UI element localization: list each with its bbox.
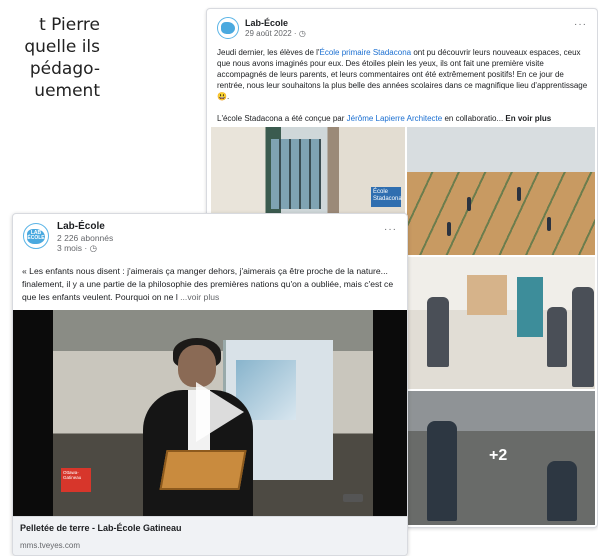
post-header: LAB ÉCOLE Lab-École 2 226 abonnés 3 mois… — [23, 221, 113, 253]
school-link[interactable]: École primaire Stadacona — [319, 48, 411, 57]
post-date[interactable]: 29 août 2022 · ◷ — [245, 29, 306, 38]
lab-ecole-logo-icon — [221, 22, 235, 34]
page-name[interactable]: Lab-École — [245, 18, 306, 28]
post-date-text: 29 août 2022 · — [245, 29, 299, 38]
globe-icon: ◷ — [89, 243, 98, 253]
more-options-icon[interactable]: ··· — [574, 19, 587, 30]
background-text-line: quelle ils — [24, 37, 100, 57]
facebook-post-front: LAB ÉCOLE Lab-École 2 226 abonnés 3 mois… — [12, 213, 408, 556]
video-player[interactable]: Ottawa-Gatineau — [13, 310, 407, 516]
background-text-line: t Pierre — [39, 15, 100, 35]
post-time[interactable]: 3 mois · ◷ — [57, 243, 113, 253]
globe-icon: ◷ — [298, 29, 306, 38]
post-credit: L'école Stadacona a été conçue par Jérôm… — [217, 113, 597, 124]
followers-count: 2 226 abonnés — [57, 233, 114, 243]
post-header: Lab-École 29 août 2022 · ◷ — [217, 17, 306, 39]
post-body: « Les enfants nous disent : j'aimerais ç… — [22, 265, 406, 304]
play-icon[interactable] — [196, 382, 244, 442]
photo-figure — [467, 197, 471, 211]
photo-window — [271, 139, 321, 209]
school-sign: École Stadacona — [371, 187, 402, 207]
post-body-text: Jeudi dernier, les élèves de l' — [217, 48, 320, 57]
video-speaker-head — [178, 345, 216, 387]
more-photos-count: +2 — [489, 447, 508, 464]
photo-classroom[interactable] — [407, 257, 595, 389]
see-more-link[interactable]: En voir plus — [505, 114, 551, 123]
background-text-line: pédago- — [29, 59, 100, 79]
link-preview[interactable]: Pelletée de terre - Lab-École Gatineau m… — [13, 516, 407, 555]
video-watermark — [343, 494, 363, 502]
page-avatar[interactable] — [217, 17, 239, 39]
credit-text: en collaboratio... — [442, 114, 506, 123]
photo-gymnasium[interactable] — [407, 127, 595, 255]
photo-figure — [547, 217, 551, 231]
background-text-line: uement — [34, 81, 100, 101]
lab-ecole-logo-icon: LAB ÉCOLE — [27, 228, 45, 244]
more-options-icon[interactable]: ··· — [384, 224, 397, 235]
channel-logo: Ottawa-Gatineau — [61, 468, 91, 492]
link-domain: mms.tveyes.com — [20, 541, 81, 550]
background-article-text: t Pierre quelle ils pédago- uement — [0, 14, 100, 102]
page-name[interactable]: Lab-École — [57, 221, 113, 233]
architect-link[interactable]: Jérôme Lapierre Architecte — [347, 114, 443, 123]
photo-cabinet — [467, 275, 507, 315]
credit-text: L'école Stadacona a été conçue par — [217, 114, 347, 123]
photo-more[interactable]: +2 — [407, 391, 595, 525]
photo-door — [517, 277, 543, 337]
page-avatar[interactable]: LAB ÉCOLE — [23, 223, 49, 249]
photo-figure — [517, 187, 521, 201]
post-body: Jeudi dernier, les élèves de l'École pri… — [217, 47, 591, 102]
court-lines — [407, 172, 595, 255]
photo-figure — [572, 287, 594, 387]
photo-figure — [427, 297, 449, 367]
photo-figure — [547, 307, 567, 367]
photo-school-exterior[interactable]: École Stadacona — [211, 127, 405, 221]
link-title: Pelletée de terre - Lab-École Gatineau — [20, 523, 182, 533]
post-time-text: 3 mois · — [57, 243, 90, 253]
photo-figure — [447, 222, 451, 236]
see-more-link[interactable]: ...voir plus — [180, 292, 219, 302]
video-lectern — [159, 450, 247, 490]
